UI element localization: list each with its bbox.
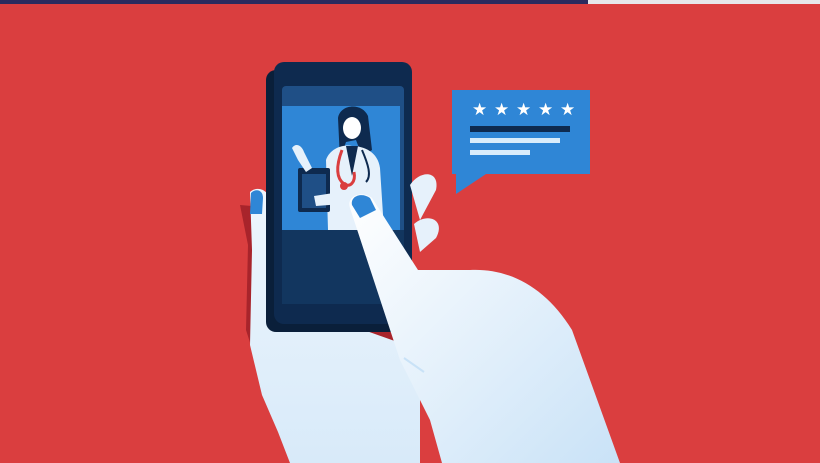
- telehealth-illustration: ★ ★ ★ ★ ★: [0, 0, 820, 463]
- illustration-svg: ★ ★ ★ ★ ★: [240, 62, 620, 463]
- star-icon: ★: [494, 100, 509, 120]
- star-icon: ★: [538, 100, 553, 120]
- star-icon: ★: [472, 100, 487, 120]
- star-icon: ★: [560, 100, 575, 120]
- star-icon: ★: [516, 100, 531, 120]
